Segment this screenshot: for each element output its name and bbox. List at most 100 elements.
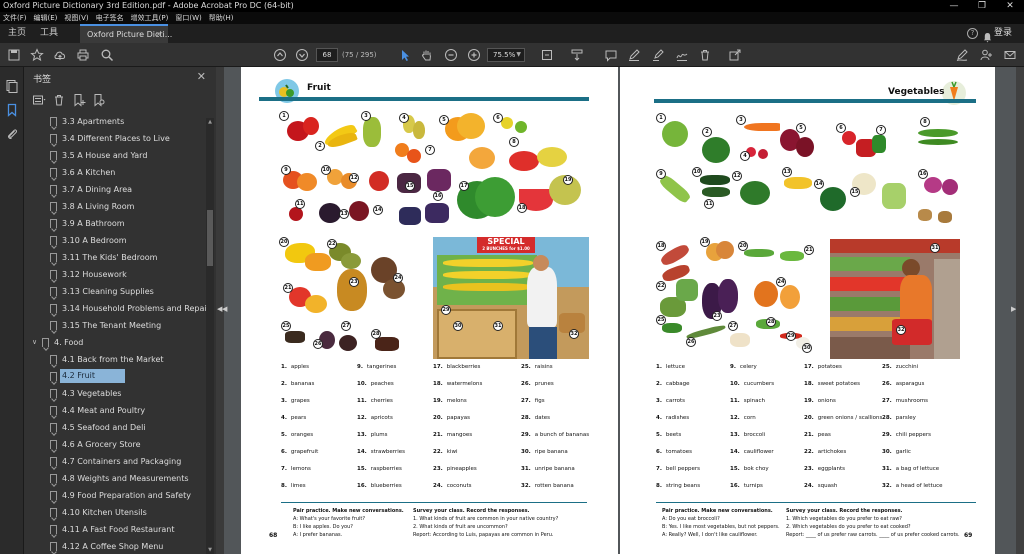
- bookmark-item[interactable]: 3.9 A Bathroom: [24, 215, 206, 232]
- bookmark-item[interactable]: 3.14 Household Problems and Repairs: [24, 300, 206, 317]
- bookmark-item[interactable]: 4.6 A Grocery Store: [24, 436, 206, 453]
- previous-spread-icon[interactable]: ◀: [222, 305, 227, 313]
- vocab-number: 14.: [730, 449, 740, 455]
- print-icon[interactable]: [76, 48, 90, 62]
- bookmark-item[interactable]: 3.5 A House and Yard: [24, 147, 206, 164]
- tab-document[interactable]: Oxford Picture Dicti... ✕: [80, 24, 172, 43]
- vocab-item: 18. sweet potatoes: [804, 376, 860, 393]
- bookmark-item[interactable]: ∨ 4. Food: [24, 334, 206, 351]
- menu-window[interactable]: 窗口(W): [175, 13, 201, 23]
- zoom-out-icon[interactable]: [444, 48, 458, 62]
- vocab-word: oranges: [290, 432, 314, 438]
- highlight-icon[interactable]: [651, 48, 665, 62]
- maximize-button[interactable]: ❐: [968, 0, 996, 12]
- bookmark-icon: [50, 151, 57, 160]
- delete-bookmark-icon[interactable]: [52, 93, 66, 107]
- vocab-item: 27. figs: [521, 393, 545, 410]
- pages-thumbnail-icon[interactable]: [5, 79, 19, 93]
- minimize-button[interactable]: —: [940, 0, 968, 12]
- page-number: 68: [269, 532, 278, 539]
- menu-esign[interactable]: 电子签名: [96, 13, 124, 23]
- vocab-item: 26. asparagus: [882, 376, 924, 393]
- bookmark-scrollbar[interactable]: ▲ ▼: [206, 118, 214, 554]
- zoom-select[interactable]: 75.5% ▼: [487, 48, 525, 62]
- page-heading: Fruit: [307, 83, 331, 93]
- comment-icon[interactable]: [604, 48, 618, 62]
- attachments-icon[interactable]: [5, 127, 19, 141]
- share-user-icon[interactable]: [979, 48, 993, 62]
- bookmark-item[interactable]: 3.7 A Dining Area: [24, 181, 206, 198]
- vocab-number: 2.: [281, 381, 287, 387]
- menu-edit[interactable]: 编辑(E): [34, 13, 58, 23]
- scroll-down-icon[interactable]: ▼: [206, 546, 214, 554]
- bookmark-item[interactable]: 4.4 Meat and Poultry: [24, 402, 206, 419]
- bookmark-item[interactable]: 4.11 A Fast Food Restaurant: [24, 521, 206, 538]
- bookmark-icon: [50, 134, 57, 143]
- expand-toggle-icon[interactable]: ∨: [32, 334, 37, 351]
- edit-sign-icon[interactable]: [955, 48, 969, 62]
- tab-tools[interactable]: 工具: [40, 24, 58, 43]
- next-page-icon[interactable]: [295, 48, 309, 62]
- page-number-input[interactable]: 68: [316, 48, 338, 62]
- select-cursor-icon[interactable]: [398, 48, 412, 62]
- find-bookmark-icon[interactable]: [92, 93, 106, 107]
- upload-cloud-icon[interactable]: [53, 48, 67, 62]
- bookmark-label: 3.14 Household Problems and Repairs: [62, 304, 206, 313]
- export-icon[interactable]: [728, 48, 742, 62]
- save-icon[interactable]: [7, 48, 21, 62]
- bookmark-star-icon[interactable]: [30, 48, 44, 62]
- bookmark-list: 3.3 Apartments 3.4 Different Places to Li…: [24, 113, 206, 554]
- document-scrollbar[interactable]: [1016, 67, 1024, 554]
- close-tab-icon[interactable]: ✕: [155, 26, 162, 43]
- vocab-word: plums: [370, 432, 388, 438]
- bookmark-item[interactable]: 4.2 Fruit: [24, 368, 206, 385]
- bookmark-item[interactable]: 3.6 A Kitchen: [24, 164, 206, 181]
- menu-view[interactable]: 视图(V): [64, 13, 88, 23]
- bookmark-item[interactable]: 4.3 Vegetables: [24, 385, 206, 402]
- bookmark-item[interactable]: 4.9 Food Preparation and Safety: [24, 487, 206, 504]
- mail-icon[interactable]: [1003, 48, 1017, 62]
- previous-page-icon[interactable]: [273, 48, 287, 62]
- scroll-up-icon[interactable]: ▲: [206, 118, 214, 126]
- bookmark-icon: [50, 304, 57, 313]
- menu-help[interactable]: 帮助(H): [209, 13, 234, 23]
- bookmark-icon: [42, 338, 49, 347]
- tab-home[interactable]: 主页: [8, 24, 26, 43]
- hand-tool-icon[interactable]: [420, 48, 434, 62]
- menu-file[interactable]: 文件(F): [3, 13, 27, 23]
- search-icon[interactable]: [100, 48, 114, 62]
- bookmark-item[interactable]: 3.12 Housework: [24, 266, 206, 283]
- bookmark-item[interactable]: 4.7 Containers and Packaging: [24, 453, 206, 470]
- bookmark-item[interactable]: 4.10 Kitchen Utensils: [24, 504, 206, 521]
- close-window-button[interactable]: ✕: [996, 0, 1024, 12]
- bookmark-item[interactable]: 3.8 A Living Room: [24, 198, 206, 215]
- vocab-number: 16.: [357, 483, 367, 489]
- bookmark-item[interactable]: 3.13 Cleaning Supplies: [24, 283, 206, 300]
- bookmark-item[interactable]: 3.10 A Bedroom: [24, 232, 206, 249]
- menu-plugins[interactable]: 增效工具(P): [131, 13, 169, 23]
- survey-line: Report: ____ of us prefer raw carrots. _…: [786, 532, 960, 538]
- vocab-word: spinach: [743, 398, 766, 404]
- help-icon[interactable]: ?: [967, 28, 978, 39]
- delete-icon[interactable]: [698, 48, 712, 62]
- scroll-thumb[interactable]: [207, 210, 213, 266]
- bookmark-item[interactable]: 3.3 Apartments: [24, 113, 206, 130]
- bookmark-item[interactable]: 4.1 Back from the Market: [24, 351, 206, 368]
- bookmark-item[interactable]: 3.11 The Kids' Bedroom: [24, 249, 206, 266]
- bookmark-item[interactable]: 3.4 Different Places to Live: [24, 130, 206, 147]
- options-menu-icon[interactable]: [32, 93, 46, 107]
- zoom-in-icon[interactable]: [467, 48, 481, 62]
- bookmark-item[interactable]: 4.12 A Coffee Shop Menu: [24, 538, 206, 554]
- close-panel-icon[interactable]: ✕: [197, 70, 206, 83]
- bookmark-item[interactable]: 4.8 Weights and Measurements: [24, 470, 206, 487]
- pen-icon[interactable]: [627, 48, 641, 62]
- new-bookmark-icon[interactable]: [72, 93, 86, 107]
- fit-page-icon[interactable]: [540, 48, 554, 62]
- bookmark-item[interactable]: 3.15 The Tenant Meeting: [24, 317, 206, 334]
- login-button[interactable]: 登录: [994, 24, 1012, 43]
- bookmark-item[interactable]: 4.5 Seafood and Deli: [24, 419, 206, 436]
- scroll-mode-icon[interactable]: [570, 48, 584, 62]
- sign-icon[interactable]: [675, 48, 689, 62]
- bookmarks-panel-icon[interactable]: [5, 103, 19, 117]
- bell-icon[interactable]: [983, 28, 992, 43]
